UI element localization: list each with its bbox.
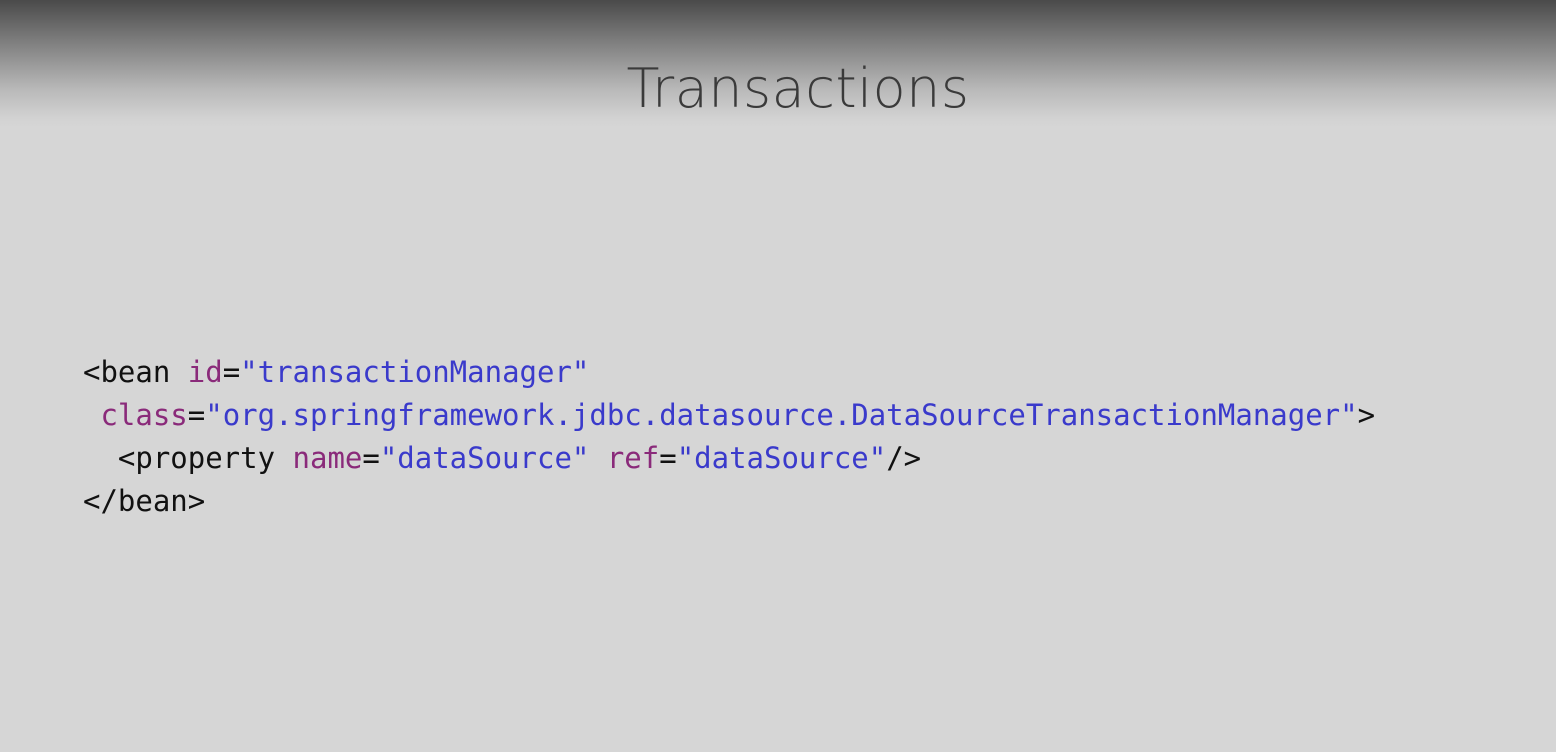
slide: Transactions <bean id="transactionManage… xyxy=(0,0,1556,752)
code-line-bean-class: class="org.springframework.jdbc.datasour… xyxy=(83,394,1375,437)
code-equals: = xyxy=(187,398,206,432)
code-tag: <bean xyxy=(83,355,171,389)
code-equals: = xyxy=(362,441,380,475)
code-attribute-name: name xyxy=(292,441,363,475)
code-tag-close: </bean> xyxy=(83,484,206,518)
code-line-bean-open: <bean id="transactionManager" xyxy=(83,351,1375,394)
code-tag: <property xyxy=(117,441,276,475)
code-attribute-value: "org.springframework.jdbc.datasource.Dat… xyxy=(205,398,1358,432)
code-attribute-value: "dataSource" xyxy=(379,441,590,475)
code-equals: = xyxy=(659,441,677,475)
code-attribute-name: ref xyxy=(606,441,660,475)
code-equals: = xyxy=(222,355,241,389)
slide-title: Transactions xyxy=(626,57,970,120)
code-tag-close: /> xyxy=(886,441,922,475)
code-tag-close: > xyxy=(1357,398,1376,432)
code-block: <bean id="transactionManager" class="org… xyxy=(83,351,1375,523)
code-line-property: <property name="dataSource" ref="dataSou… xyxy=(83,437,1375,480)
code-line-bean-close: </bean> xyxy=(83,480,1375,523)
code-attribute-name: class xyxy=(100,398,188,432)
code-attribute-name: id xyxy=(187,355,223,389)
code-attribute-value: "transactionManager" xyxy=(240,355,590,389)
code-attribute-value: "dataSource" xyxy=(676,441,887,475)
